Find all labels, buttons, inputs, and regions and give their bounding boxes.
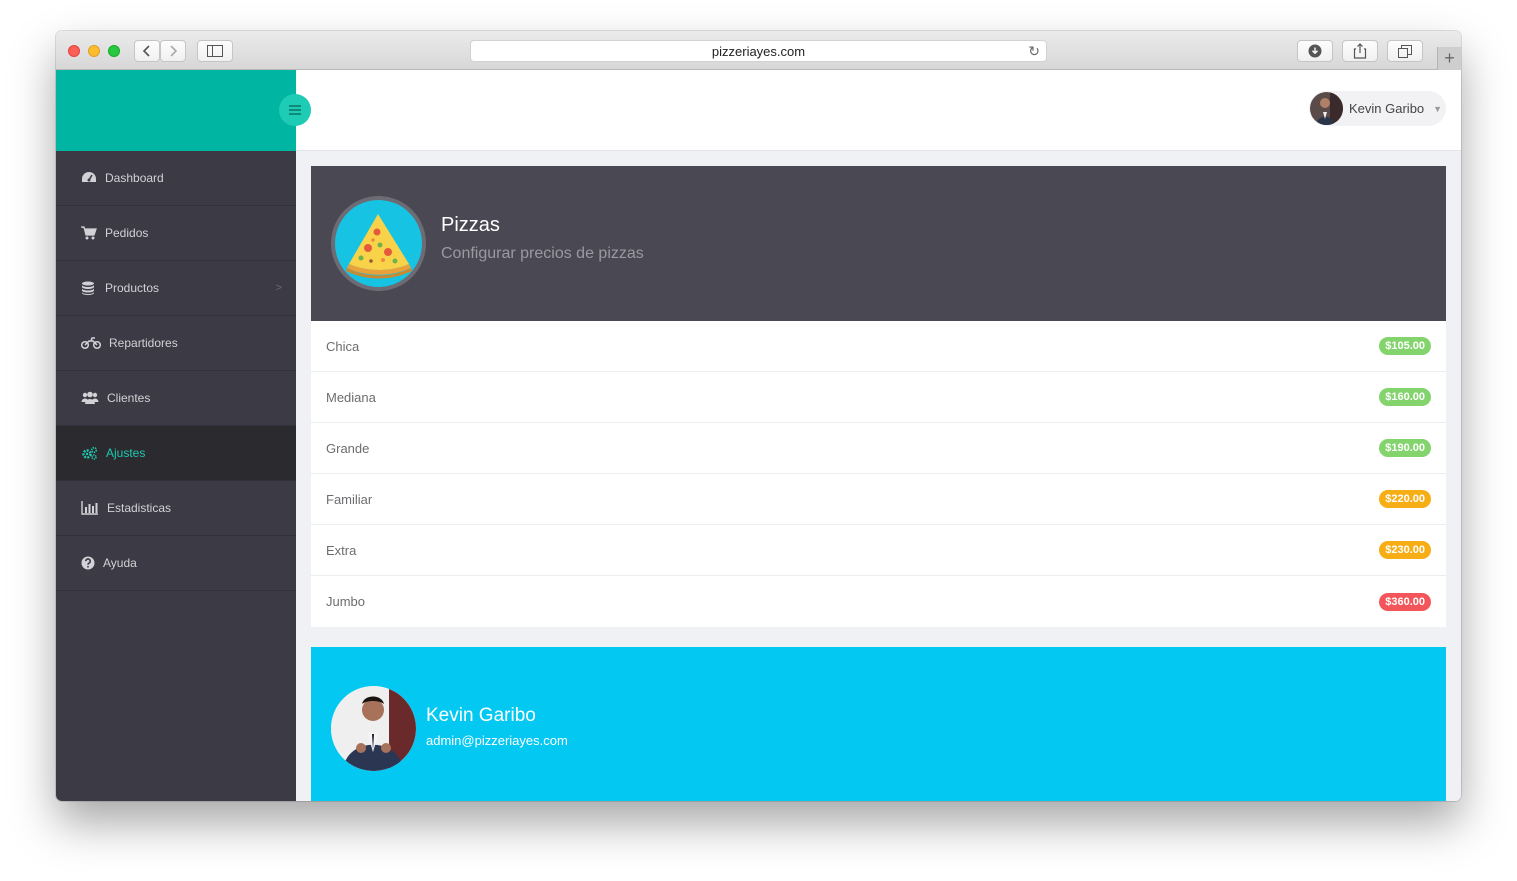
main-content: Kevin Garibo ▼ Pizzas Configurar precios… — [296, 70, 1461, 801]
top-header: Kevin Garibo ▼ — [296, 70, 1461, 151]
price-badge: $230.00 — [1379, 541, 1431, 559]
sidebar-nav: Dashboard Pedidos Productos > Repartidor… — [56, 151, 296, 591]
list-item[interactable]: Mediana $160.00 — [311, 372, 1446, 423]
price-badge: $160.00 — [1379, 388, 1431, 406]
price-list: Chica $105.00 Mediana $160.00 Grande $19… — [311, 321, 1446, 627]
chevron-right-icon: > — [275, 282, 282, 294]
user-menu-button[interactable]: Kevin Garibo ▼ — [1309, 91, 1446, 126]
sidebar-item-clientes[interactable]: Clientes — [56, 371, 296, 426]
chevron-right-icon — [170, 45, 178, 57]
size-label: Mediana — [326, 389, 376, 405]
sidebar-icon — [207, 45, 223, 57]
size-label: Grande — [326, 440, 370, 456]
menu-toggle-button[interactable] — [279, 94, 311, 126]
download-icon — [1308, 44, 1322, 58]
price-badge: $190.00 — [1379, 439, 1431, 457]
cart-icon — [81, 226, 97, 240]
bar-chart-icon — [81, 501, 98, 515]
profile-photo — [331, 686, 416, 771]
list-item[interactable]: Jumbo $360.00 — [311, 576, 1446, 627]
user-name: Kevin Garibo — [1349, 101, 1425, 116]
sidebar-item-label: Ayuda — [103, 556, 137, 570]
downloads-button[interactable] — [1297, 40, 1333, 62]
url-text: pizzeriayes.com — [711, 44, 806, 59]
hamburger-icon — [289, 105, 301, 115]
share-icon — [1353, 43, 1367, 59]
list-item[interactable]: Chica $105.00 — [311, 321, 1446, 372]
sidebar-item-dashboard[interactable]: Dashboard — [56, 151, 296, 206]
sidebar: Dashboard Pedidos Productos > Repartidor… — [56, 70, 296, 801]
sidebar-item-repartidores[interactable]: Repartidores — [56, 316, 296, 371]
avatar — [1310, 92, 1343, 125]
minimize-window-button[interactable] — [88, 45, 100, 57]
sidebar-item-label: Clientes — [107, 391, 151, 405]
browser-toolbar: pizzeriayes.com ↻ + — [56, 31, 1461, 70]
profile-email: admin@pizzeriayes.com — [426, 733, 568, 748]
forward-button[interactable] — [160, 40, 186, 62]
browser-window: pizzeriayes.com ↻ + Dashboard Pedidos Pr… — [56, 31, 1461, 801]
sidebar-item-estadisticas[interactable]: Estadisticas — [56, 481, 296, 536]
list-item[interactable]: Familiar $220.00 — [311, 474, 1446, 525]
size-label: Jumbo — [326, 594, 366, 609]
new-tab-button[interactable]: + — [1437, 47, 1461, 70]
list-item[interactable]: Grande $190.00 — [311, 423, 1446, 474]
sidebar-toggle-button[interactable] — [197, 40, 233, 62]
tabs-overview-button[interactable] — [1387, 40, 1423, 62]
sidebar-item-ayuda[interactable]: Ayuda — [56, 536, 296, 591]
price-badge: $360.00 — [1379, 592, 1431, 611]
back-button[interactable] — [134, 40, 160, 62]
sidebar-item-pedidos[interactable]: Pedidos — [56, 206, 296, 261]
cogs-icon — [82, 446, 98, 460]
users-icon — [81, 391, 99, 404]
motorcycle-icon — [81, 337, 101, 350]
sidebar-item-label: Pedidos — [105, 226, 149, 240]
card-title: Pizzas — [441, 214, 500, 236]
card-subtitle: Configurar precios de pizzas — [441, 245, 644, 262]
address-bar[interactable]: pizzeriayes.com ↻ — [470, 40, 1047, 62]
pizza-prices-card: Pizzas Configurar precios de pizzas Chic… — [311, 166, 1446, 627]
brand-header — [56, 70, 296, 151]
profile-card: Kevin Garibo admin@pizzeriayes.com — [311, 647, 1446, 801]
card-header: Pizzas Configurar precios de pizzas — [311, 166, 1446, 321]
sidebar-item-label: Productos — [105, 281, 160, 295]
sidebar-item-label: Ajustes — [106, 446, 146, 460]
sidebar-item-label: Repartidores — [109, 336, 178, 350]
sidebar-item-ajustes[interactable]: Ajustes — [56, 426, 296, 481]
reload-icon[interactable]: ↻ — [1028, 41, 1040, 62]
maximize-window-button[interactable] — [108, 45, 120, 57]
question-icon — [81, 556, 95, 570]
sidebar-item-label: Estadisticas — [107, 501, 172, 515]
sidebar-item-productos[interactable]: Productos > — [56, 261, 296, 316]
price-badge: $105.00 — [1379, 337, 1431, 355]
database-icon — [82, 281, 94, 295]
price-badge: $220.00 — [1379, 490, 1431, 508]
profile-name: Kevin Garibo — [426, 705, 536, 726]
caret-down-icon: ▼ — [1433, 103, 1443, 114]
chevron-left-icon — [142, 45, 150, 57]
sidebar-item-label: Dashboard — [105, 171, 164, 185]
user-photo — [1310, 92, 1343, 125]
size-label: Familiar — [326, 491, 373, 507]
avatar — [331, 686, 416, 771]
size-label: Extra — [326, 542, 357, 558]
close-window-button[interactable] — [68, 45, 80, 57]
pizza-slice-icon — [331, 196, 426, 291]
list-item[interactable]: Extra $230.00 — [311, 525, 1446, 576]
size-label: Chica — [326, 338, 360, 354]
share-button[interactable] — [1342, 40, 1378, 62]
dashboard-icon — [82, 172, 96, 182]
tabs-icon — [1398, 44, 1412, 58]
